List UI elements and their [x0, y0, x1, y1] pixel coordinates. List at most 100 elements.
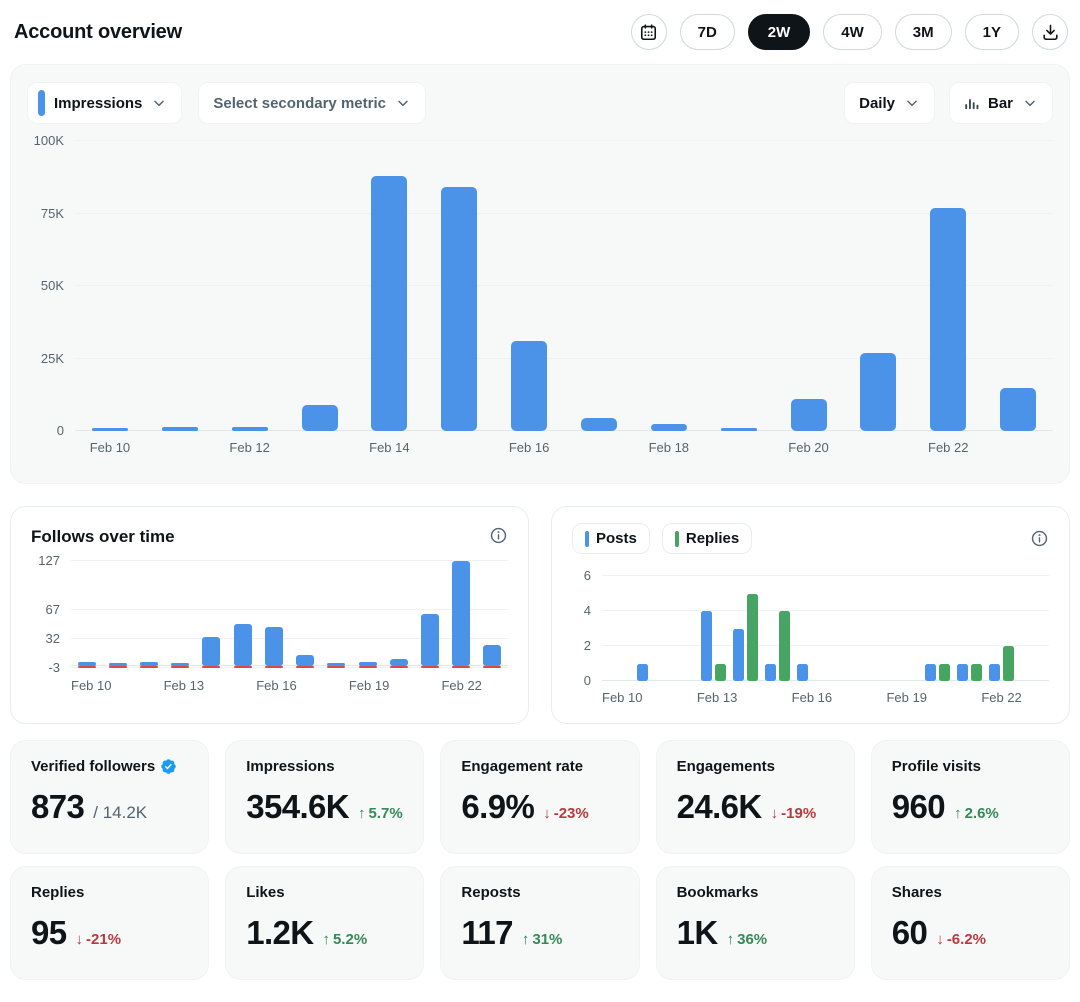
analytics-page: Account overview 7D2W4W3M1Y	[0, 0, 1080, 1002]
replies-bar-feb-13[interactable]	[715, 664, 726, 682]
chart-slot-feb-10	[75, 141, 145, 431]
unfollows-bar-feb-12[interactable]	[140, 666, 158, 668]
follows-bar-feb-17[interactable]	[296, 655, 314, 666]
follows-bar-feb-23[interactable]	[483, 645, 501, 666]
replies-bar-feb-22[interactable]	[1003, 646, 1014, 681]
unfollows-bar-feb-23[interactable]	[483, 666, 501, 668]
follows-bar-feb-20[interactable]	[390, 659, 408, 666]
stats-grid: Verified followers873/ 14.2KImpressions3…	[10, 740, 1070, 980]
granularity-dropdown[interactable]: Daily	[844, 82, 935, 124]
delta-value: 5.2%	[330, 931, 367, 948]
legend-posts-chip[interactable]: Posts	[572, 523, 650, 554]
legend-replies-chip[interactable]: Replies	[662, 523, 752, 554]
chart-slot-feb-23	[477, 561, 508, 669]
unfollows-bar-feb-11[interactable]	[109, 666, 127, 668]
chart-slot-feb-12	[666, 576, 698, 681]
x-axis-tick	[954, 690, 981, 705]
download-button[interactable]	[1032, 14, 1068, 50]
unfollows-bar-feb-17[interactable]	[296, 666, 314, 668]
chart-slot-feb-11	[145, 141, 215, 431]
unfollows-bar-feb-19[interactable]	[359, 666, 377, 668]
impressions-bar-feb-22[interactable]	[930, 208, 966, 431]
impressions-bar-feb-20[interactable]	[791, 399, 827, 431]
unfollows-bar-feb-13[interactable]	[171, 666, 189, 668]
impressions-bar-feb-14[interactable]	[371, 176, 407, 431]
posts-bar-feb-22[interactable]	[989, 664, 1000, 682]
impressions-daily-xlabels: Feb 10Feb 12Feb 14Feb 16Feb 18Feb 20Feb …	[75, 440, 1053, 455]
stat-card-bookmarks: Bookmarks1K↑ 36%	[656, 866, 855, 980]
stat-card-verified-followers: Verified followers873/ 14.2K	[10, 740, 209, 854]
impressions-bar-feb-15[interactable]	[441, 187, 477, 431]
follows-bar-feb-16[interactable]	[265, 627, 283, 666]
stat-label-text: Engagements	[677, 758, 775, 775]
impressions-bar-feb-11[interactable]	[162, 427, 198, 431]
x-axis-tick: Feb 19	[886, 690, 926, 705]
delta-value: 36%	[734, 931, 767, 948]
info-icon[interactable]	[1030, 529, 1049, 548]
legend-posts-label: Posts	[596, 530, 637, 547]
follows-bar-feb-22[interactable]	[452, 561, 470, 666]
posts-bar-feb-16[interactable]	[797, 664, 808, 682]
impressions-bar-feb-17[interactable]	[581, 418, 617, 431]
range-pill-7d[interactable]: 7D	[680, 14, 735, 50]
unfollows-bar-feb-14[interactable]	[202, 666, 220, 668]
impressions-bar-feb-21[interactable]	[860, 353, 896, 431]
impressions-bar-feb-23[interactable]	[1000, 388, 1036, 432]
impressions-bar-feb-19[interactable]	[721, 428, 757, 431]
follows-bar-feb-21[interactable]	[421, 614, 439, 666]
y-axis-tick: 67	[31, 602, 60, 617]
stat-value-row: 95↓ -21%	[31, 914, 188, 952]
unfollows-bar-feb-20[interactable]	[390, 666, 408, 668]
x-axis-tick: Feb 18	[634, 440, 704, 455]
unfollows-bar-feb-21[interactable]	[421, 666, 439, 668]
impressions-bar-feb-18[interactable]	[651, 424, 687, 431]
x-axis-tick: Feb 22	[981, 690, 1021, 705]
chart-slot-feb-21	[414, 561, 445, 669]
replies-bar-feb-14[interactable]	[747, 594, 758, 682]
range-pill-1y[interactable]: 1Y	[965, 14, 1019, 50]
posts-bar-feb-21[interactable]	[957, 664, 968, 682]
calendar-button[interactable]	[631, 14, 667, 50]
chart-type-dropdown[interactable]: Bar	[949, 82, 1053, 124]
range-pill-3m[interactable]: 3M	[895, 14, 952, 50]
range-pill-4w[interactable]: 4W	[823, 14, 882, 50]
chart-slot-feb-19	[889, 576, 921, 681]
unfollows-bar-feb-10[interactable]	[78, 666, 96, 668]
unfollows-bar-feb-15[interactable]	[234, 666, 252, 668]
date-range-controls: 7D 2W 4W 3M 1Y	[631, 14, 1068, 50]
granularity-label: Daily	[859, 95, 895, 112]
x-axis-tick	[1022, 690, 1049, 705]
replies-bar-feb-21[interactable]	[971, 664, 982, 682]
chart-slot-feb-13	[698, 576, 730, 681]
range-pill-2w[interactable]: 2W	[748, 14, 811, 50]
unfollows-bar-feb-18[interactable]	[327, 666, 345, 668]
posts-bar-feb-11[interactable]	[637, 664, 648, 682]
chart-slot-feb-18	[634, 141, 704, 431]
x-axis-tick: Feb 10	[602, 690, 642, 705]
x-axis-tick	[145, 440, 215, 455]
info-icon[interactable]	[489, 526, 508, 545]
follows-bar-feb-15[interactable]	[234, 624, 252, 665]
follows-bar-feb-14[interactable]	[202, 637, 220, 666]
unfollows-bar-feb-22[interactable]	[452, 666, 470, 668]
unfollows-bar-feb-16[interactable]	[265, 666, 283, 668]
primary-metric-dropdown[interactable]: Impressions	[27, 82, 182, 124]
posts-bar-feb-13[interactable]	[701, 611, 712, 681]
replies-bar-feb-20[interactable]	[939, 664, 950, 682]
stat-card-replies: Replies95↓ -21%	[10, 866, 209, 980]
posts-replies-area: 0246Feb 10Feb 13Feb 16Feb 19Feb 22	[572, 576, 1049, 705]
chart-slot-feb-12	[215, 141, 285, 431]
replies-bar-feb-15[interactable]	[779, 611, 790, 681]
posts-replies-chart-card: Posts Replies 0246Feb 10Feb 13Feb 16Feb …	[551, 506, 1070, 724]
chart-type-label: Bar	[988, 95, 1013, 112]
impressions-bar-feb-16[interactable]	[511, 341, 547, 431]
x-axis-tick: Feb 13	[697, 690, 737, 705]
impressions-bar-feb-12[interactable]	[232, 427, 268, 431]
impressions-bar-feb-13[interactable]	[302, 405, 338, 431]
posts-bar-feb-14[interactable]	[733, 629, 744, 682]
impressions-bar-feb-10[interactable]	[92, 428, 128, 431]
x-axis-tick	[297, 678, 323, 693]
secondary-metric-dropdown[interactable]: Select secondary metric	[198, 82, 426, 124]
posts-bar-feb-20[interactable]	[925, 664, 936, 682]
posts-bar-feb-15[interactable]	[765, 664, 776, 682]
